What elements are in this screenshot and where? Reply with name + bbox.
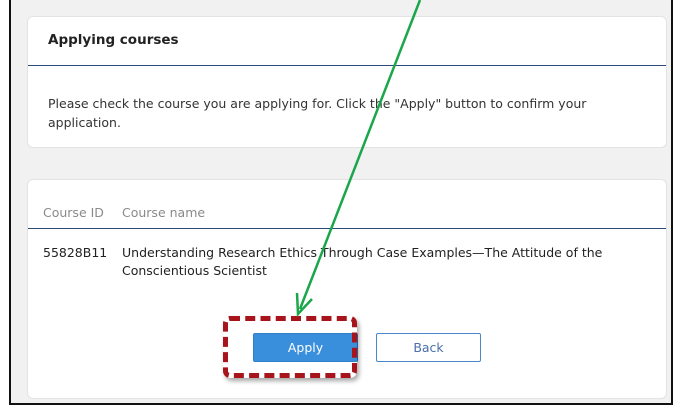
instructions-text: Please check the course you are applying… <box>48 96 587 130</box>
column-header-course-name: Course name <box>122 205 206 220</box>
page-title: Applying courses <box>48 32 179 48</box>
course-table-panel: Course ID Course name 55828B11 Understan… <box>27 179 667 399</box>
page-frame: Applying courses Please check the course… <box>9 0 673 405</box>
column-header-course-id: Course ID <box>43 205 104 220</box>
applying-courses-panel: Applying courses Please check the course… <box>27 16 667 148</box>
table-header-divider <box>28 228 666 229</box>
back-button[interactable]: Back <box>376 333 481 362</box>
header-divider <box>28 65 666 66</box>
apply-button[interactable]: Apply <box>253 333 358 362</box>
course-name-cell: Understanding Research Ethics Through Ca… <box>122 245 603 278</box>
course-id-cell: 55828B11 <box>43 245 108 260</box>
